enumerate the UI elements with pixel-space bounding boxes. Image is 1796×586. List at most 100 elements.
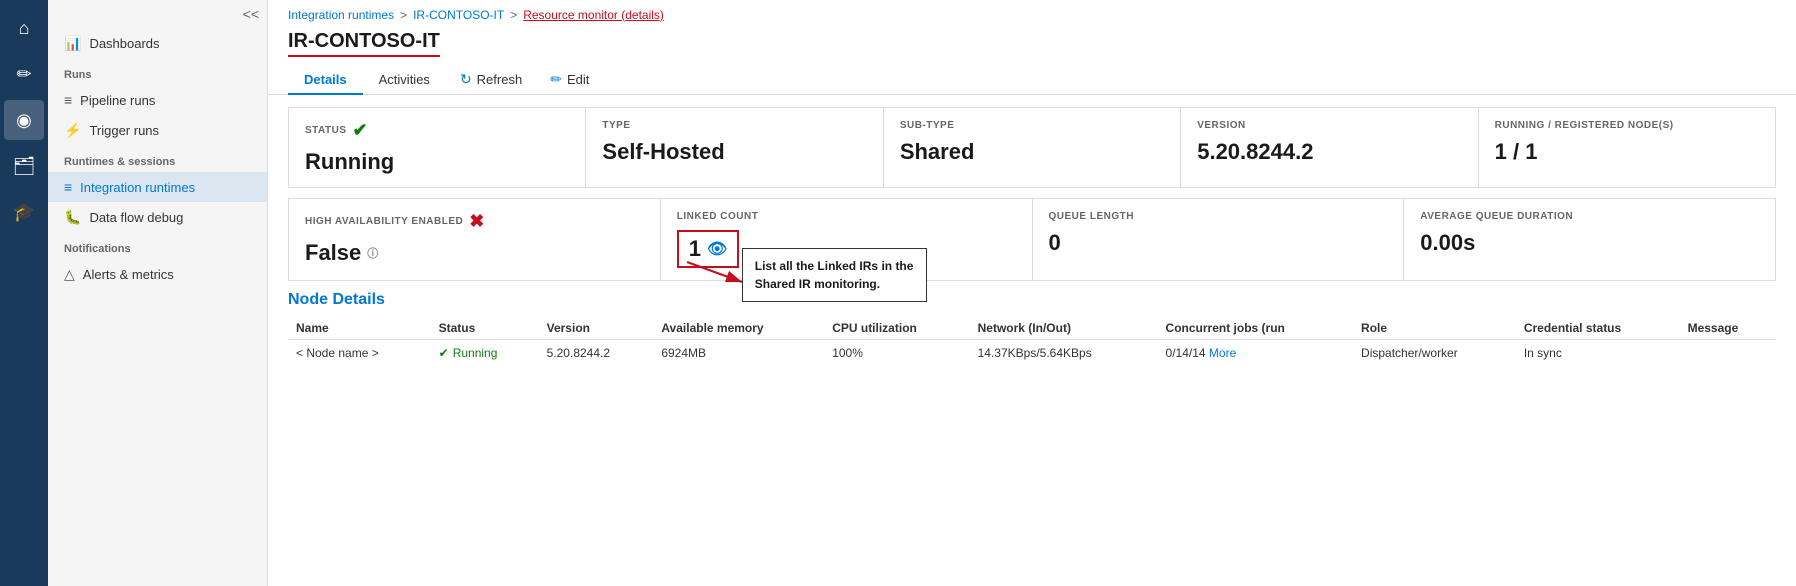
card-version-label: VERSION bbox=[1197, 120, 1461, 131]
node-details-section: Node Details Name Status Version Availab… bbox=[288, 291, 1776, 366]
card-avg-queue-label: AVERAGE QUEUE DURATION bbox=[1420, 211, 1759, 222]
data-flow-debug-icon: 🐛 bbox=[64, 209, 81, 226]
nav-section-notifications: Notifications bbox=[48, 233, 267, 259]
card-subtype-label: SUB-TYPE bbox=[900, 120, 1164, 131]
cell-credential: In sync bbox=[1516, 340, 1680, 367]
cell-memory: 6924MB bbox=[653, 340, 824, 367]
main-content: Integration runtimes > IR-CONTOSO-IT > R… bbox=[268, 0, 1796, 586]
card-version: VERSION 5.20.8244.2 bbox=[1181, 108, 1478, 187]
node-table: Name Status Version Available memory CPU… bbox=[288, 317, 1776, 366]
card-avg-queue-duration: AVERAGE QUEUE DURATION 0.00s bbox=[1404, 199, 1775, 280]
card-type-label: TYPE bbox=[602, 120, 866, 131]
card-linked-count: LINKED COUNT 1 👁 bbox=[661, 199, 1033, 280]
cell-version: 5.20.8244.2 bbox=[539, 340, 654, 367]
nav-section-runtimes: Runtimes & sessions bbox=[48, 146, 267, 172]
integration-runtimes-icon: ≡ bbox=[64, 179, 72, 195]
monitor-icon[interactable]: ◉ bbox=[4, 100, 44, 140]
card-linked-count-value: 1 👁 List bbox=[677, 230, 1016, 268]
more-link[interactable]: More bbox=[1209, 346, 1236, 360]
running-check-icon: ✔ bbox=[439, 346, 449, 360]
card-status-value: Running bbox=[305, 149, 569, 175]
sidebar-icon-panel: ⌂ ✏ ◉ 🗂 🎓 bbox=[0, 0, 48, 586]
col-header-credential: Credential status bbox=[1516, 317, 1680, 340]
card-queue-length: QUEUE LENGTH 0 bbox=[1033, 199, 1405, 280]
breadcrumb-ir-contoso[interactable]: IR-CONTOSO-IT bbox=[413, 8, 504, 22]
col-header-cpu: CPU utilization bbox=[824, 317, 969, 340]
cell-status: ✔ Running bbox=[431, 340, 539, 367]
nav-panel: << 📊 Dashboards Runs ≡ Pipeline runs ⚡ T… bbox=[48, 0, 268, 586]
refresh-icon: ↻ bbox=[460, 71, 472, 88]
cell-name: < Node name > bbox=[288, 340, 431, 367]
col-header-version: Version bbox=[539, 317, 654, 340]
card-high-availability: HIGH AVAILABILITY ENABLED ✖ False ⓘ bbox=[289, 199, 661, 280]
breadcrumb-integration-runtimes[interactable]: Integration runtimes bbox=[288, 8, 394, 22]
refresh-button[interactable]: ↻ Refresh bbox=[446, 65, 536, 94]
card-running-registered-label: RUNNING / REGISTERED NODE(S) bbox=[1495, 120, 1759, 131]
cell-network: 14.37KBps/5.64KBps bbox=[970, 340, 1158, 367]
graduation-icon[interactable]: 🎓 bbox=[4, 192, 44, 232]
col-header-concurrent: Concurrent jobs (run bbox=[1158, 317, 1354, 340]
col-header-status: Status bbox=[431, 317, 539, 340]
alerts-icon: △ bbox=[64, 266, 75, 283]
breadcrumb: Integration runtimes > IR-CONTOSO-IT > R… bbox=[268, 0, 1796, 26]
card-status: STATUS ✔ Running bbox=[289, 108, 586, 187]
breadcrumb-current: Resource monitor (details) bbox=[523, 8, 664, 22]
sidebar-item-dashboards[interactable]: 📊 Dashboards bbox=[48, 28, 267, 59]
breadcrumb-sep-1: > bbox=[400, 8, 407, 22]
card-ha-value: False ⓘ bbox=[305, 240, 644, 266]
ha-info-icon[interactable]: ⓘ bbox=[367, 245, 378, 261]
sidebar-item-alerts-metrics[interactable]: △ Alerts & metrics bbox=[48, 259, 267, 290]
col-header-name: Name bbox=[288, 317, 431, 340]
cell-message bbox=[1680, 340, 1776, 367]
page-title: IR-CONTOSO-IT bbox=[288, 30, 440, 57]
cards-row-2: HIGH AVAILABILITY ENABLED ✖ False ⓘ LINK… bbox=[288, 198, 1776, 281]
col-header-role: Role bbox=[1353, 317, 1516, 340]
home-icon[interactable]: ⌂ bbox=[4, 8, 44, 48]
node-details-title: Node Details bbox=[288, 291, 1776, 317]
card-avg-queue-value: 0.00s bbox=[1420, 230, 1759, 256]
cell-cpu: 100% bbox=[824, 340, 969, 367]
card-ha-label: HIGH AVAILABILITY ENABLED ✖ bbox=[305, 211, 644, 232]
col-header-message: Message bbox=[1680, 317, 1776, 340]
sidebar-item-pipeline-runs[interactable]: ≡ Pipeline runs bbox=[48, 85, 267, 115]
ha-red-icon: ✖ bbox=[469, 211, 485, 232]
card-type: TYPE Self-Hosted bbox=[586, 108, 883, 187]
card-subtype-value: Shared bbox=[900, 139, 1164, 165]
briefcase-icon[interactable]: 🗂 bbox=[4, 146, 44, 186]
card-running-registered-value: 1 / 1 bbox=[1495, 139, 1759, 165]
sidebar-item-trigger-runs[interactable]: ⚡ Trigger runs bbox=[48, 115, 267, 146]
running-badge: ✔ Running bbox=[439, 346, 531, 360]
sidebar-item-integration-runtimes[interactable]: ≡ Integration runtimes bbox=[48, 172, 267, 202]
card-subtype: SUB-TYPE Shared bbox=[884, 108, 1181, 187]
dashboard-icon: 📊 bbox=[64, 35, 81, 52]
table-row: < Node name > ✔ Running 5.20.8244.2 6924… bbox=[288, 340, 1776, 367]
card-type-value: Self-Hosted bbox=[602, 139, 866, 165]
cell-role: Dispatcher/worker bbox=[1353, 340, 1516, 367]
cards-row-1: STATUS ✔ Running TYPE Self-Hosted SUB-TY… bbox=[288, 107, 1776, 188]
tabs-row: Details Activities ↻ Refresh ✏ Edit bbox=[268, 57, 1796, 95]
sidebar-item-data-flow-debug[interactable]: 🐛 Data flow debug bbox=[48, 202, 267, 233]
trigger-runs-icon: ⚡ bbox=[64, 122, 81, 139]
pencil-icon[interactable]: ✏ bbox=[4, 54, 44, 94]
card-running-registered: RUNNING / REGISTERED NODE(S) 1 / 1 bbox=[1479, 108, 1775, 187]
card-status-label: STATUS ✔ bbox=[305, 120, 569, 141]
nav-collapse-button[interactable]: << bbox=[243, 6, 259, 22]
tab-activities[interactable]: Activities bbox=[363, 66, 446, 95]
col-header-memory: Available memory bbox=[653, 317, 824, 340]
nav-section-runs: Runs bbox=[48, 59, 267, 85]
pipeline-runs-icon: ≡ bbox=[64, 92, 72, 108]
breadcrumb-sep-2: > bbox=[510, 8, 517, 22]
page-title-row: IR-CONTOSO-IT bbox=[268, 26, 1796, 57]
tab-details[interactable]: Details bbox=[288, 66, 363, 95]
tooltip-box: List all the Linked IRs in the Shared IR… bbox=[742, 248, 927, 302]
status-green-icon: ✔ bbox=[353, 120, 369, 141]
col-header-network: Network (In/Out) bbox=[970, 317, 1158, 340]
card-queue-length-value: 0 bbox=[1049, 230, 1388, 256]
card-version-value: 5.20.8244.2 bbox=[1197, 139, 1461, 165]
edit-button[interactable]: ✏ Edit bbox=[536, 65, 603, 94]
cell-concurrent: 0/14/14 More bbox=[1158, 340, 1354, 367]
card-linked-count-label: LINKED COUNT bbox=[677, 211, 1016, 222]
edit-icon: ✏ bbox=[550, 71, 562, 88]
card-queue-length-label: QUEUE LENGTH bbox=[1049, 211, 1388, 222]
linked-count-container: 1 👁 List bbox=[677, 230, 740, 268]
